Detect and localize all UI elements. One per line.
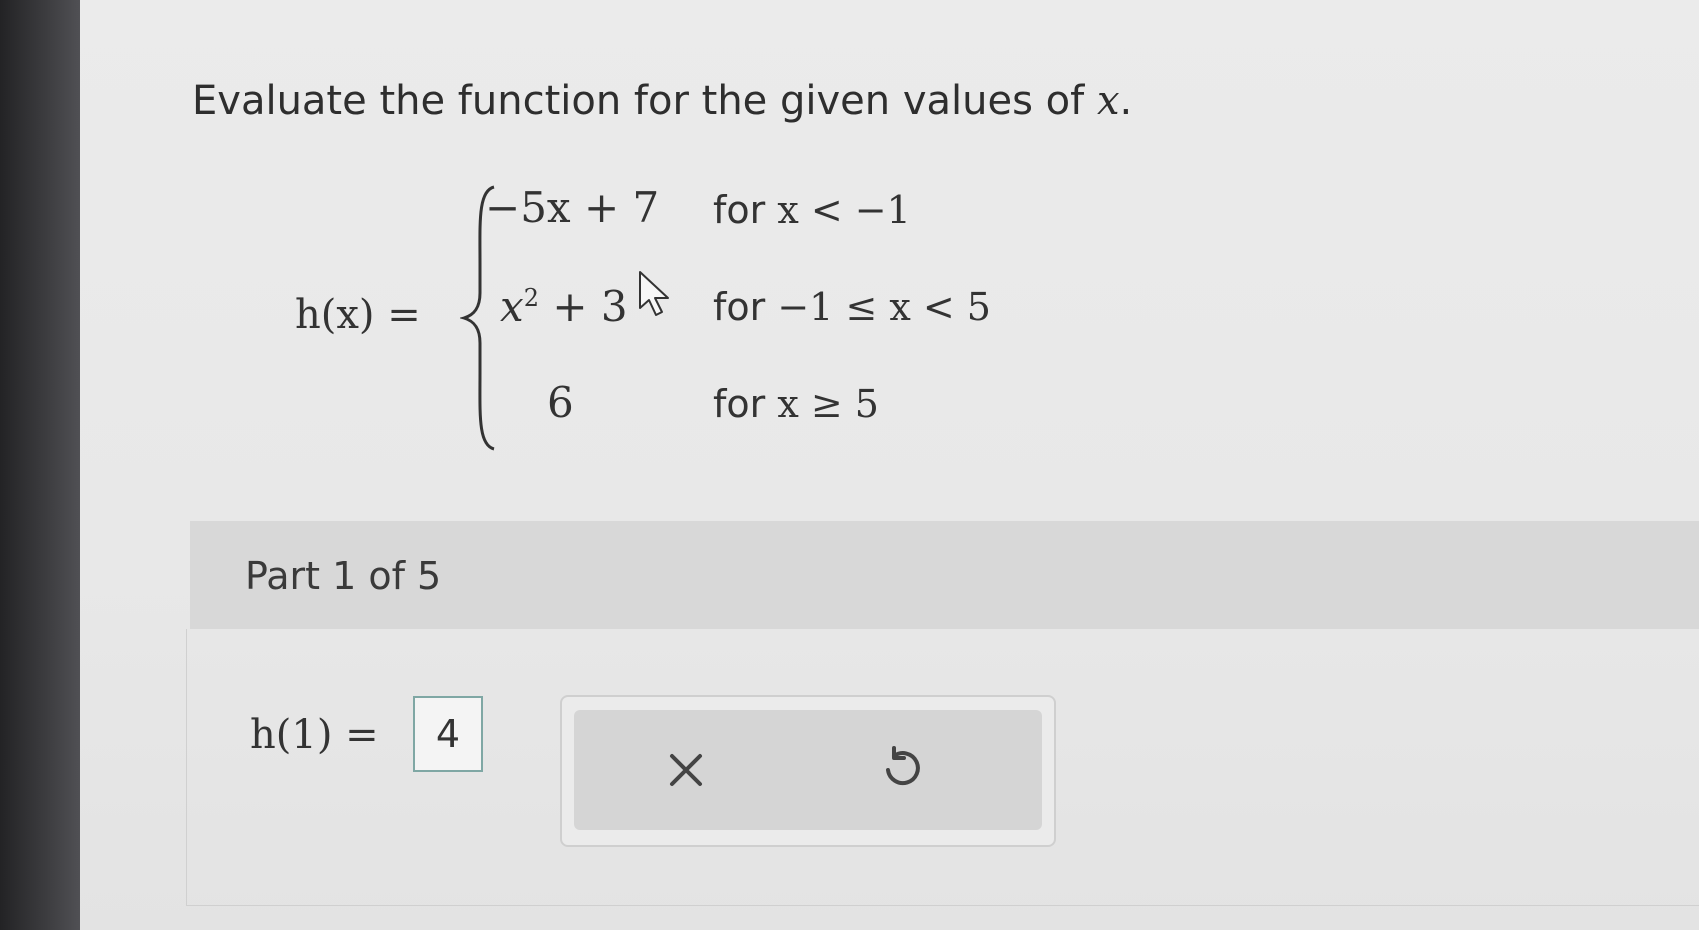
function-lhs: h(x) = <box>295 292 421 338</box>
answer-input[interactable]: 4 <box>413 696 483 772</box>
case-1-expression: −5x + 7 <box>485 183 660 232</box>
answer-tools-panel <box>560 695 1056 847</box>
case-1-condition: for x < −1 <box>713 188 911 232</box>
mouse-pointer-icon <box>639 271 669 316</box>
case-2-expression: x2 + 3 <box>500 282 628 331</box>
screen-bezel <box>0 0 80 930</box>
answer-tools-bar <box>574 710 1042 830</box>
close-icon[interactable] <box>656 740 716 800</box>
part-title: Part 1 of 5 <box>245 554 442 598</box>
case-3-expression: 6 <box>547 378 574 427</box>
answer-label: h(1) = <box>250 712 379 758</box>
question-screen: Evaluate the function for the given valu… <box>80 0 1699 930</box>
part-header: Part 1 of 5 <box>190 521 1699 629</box>
question-instruction: Evaluate the function for the given valu… <box>192 78 1133 124</box>
instruction-variable: x <box>1096 78 1120 124</box>
case-2-condition: for −1 ≤ x < 5 <box>713 285 991 329</box>
undo-icon[interactable] <box>872 740 932 800</box>
case-3-condition: for x ≥ 5 <box>713 382 879 426</box>
